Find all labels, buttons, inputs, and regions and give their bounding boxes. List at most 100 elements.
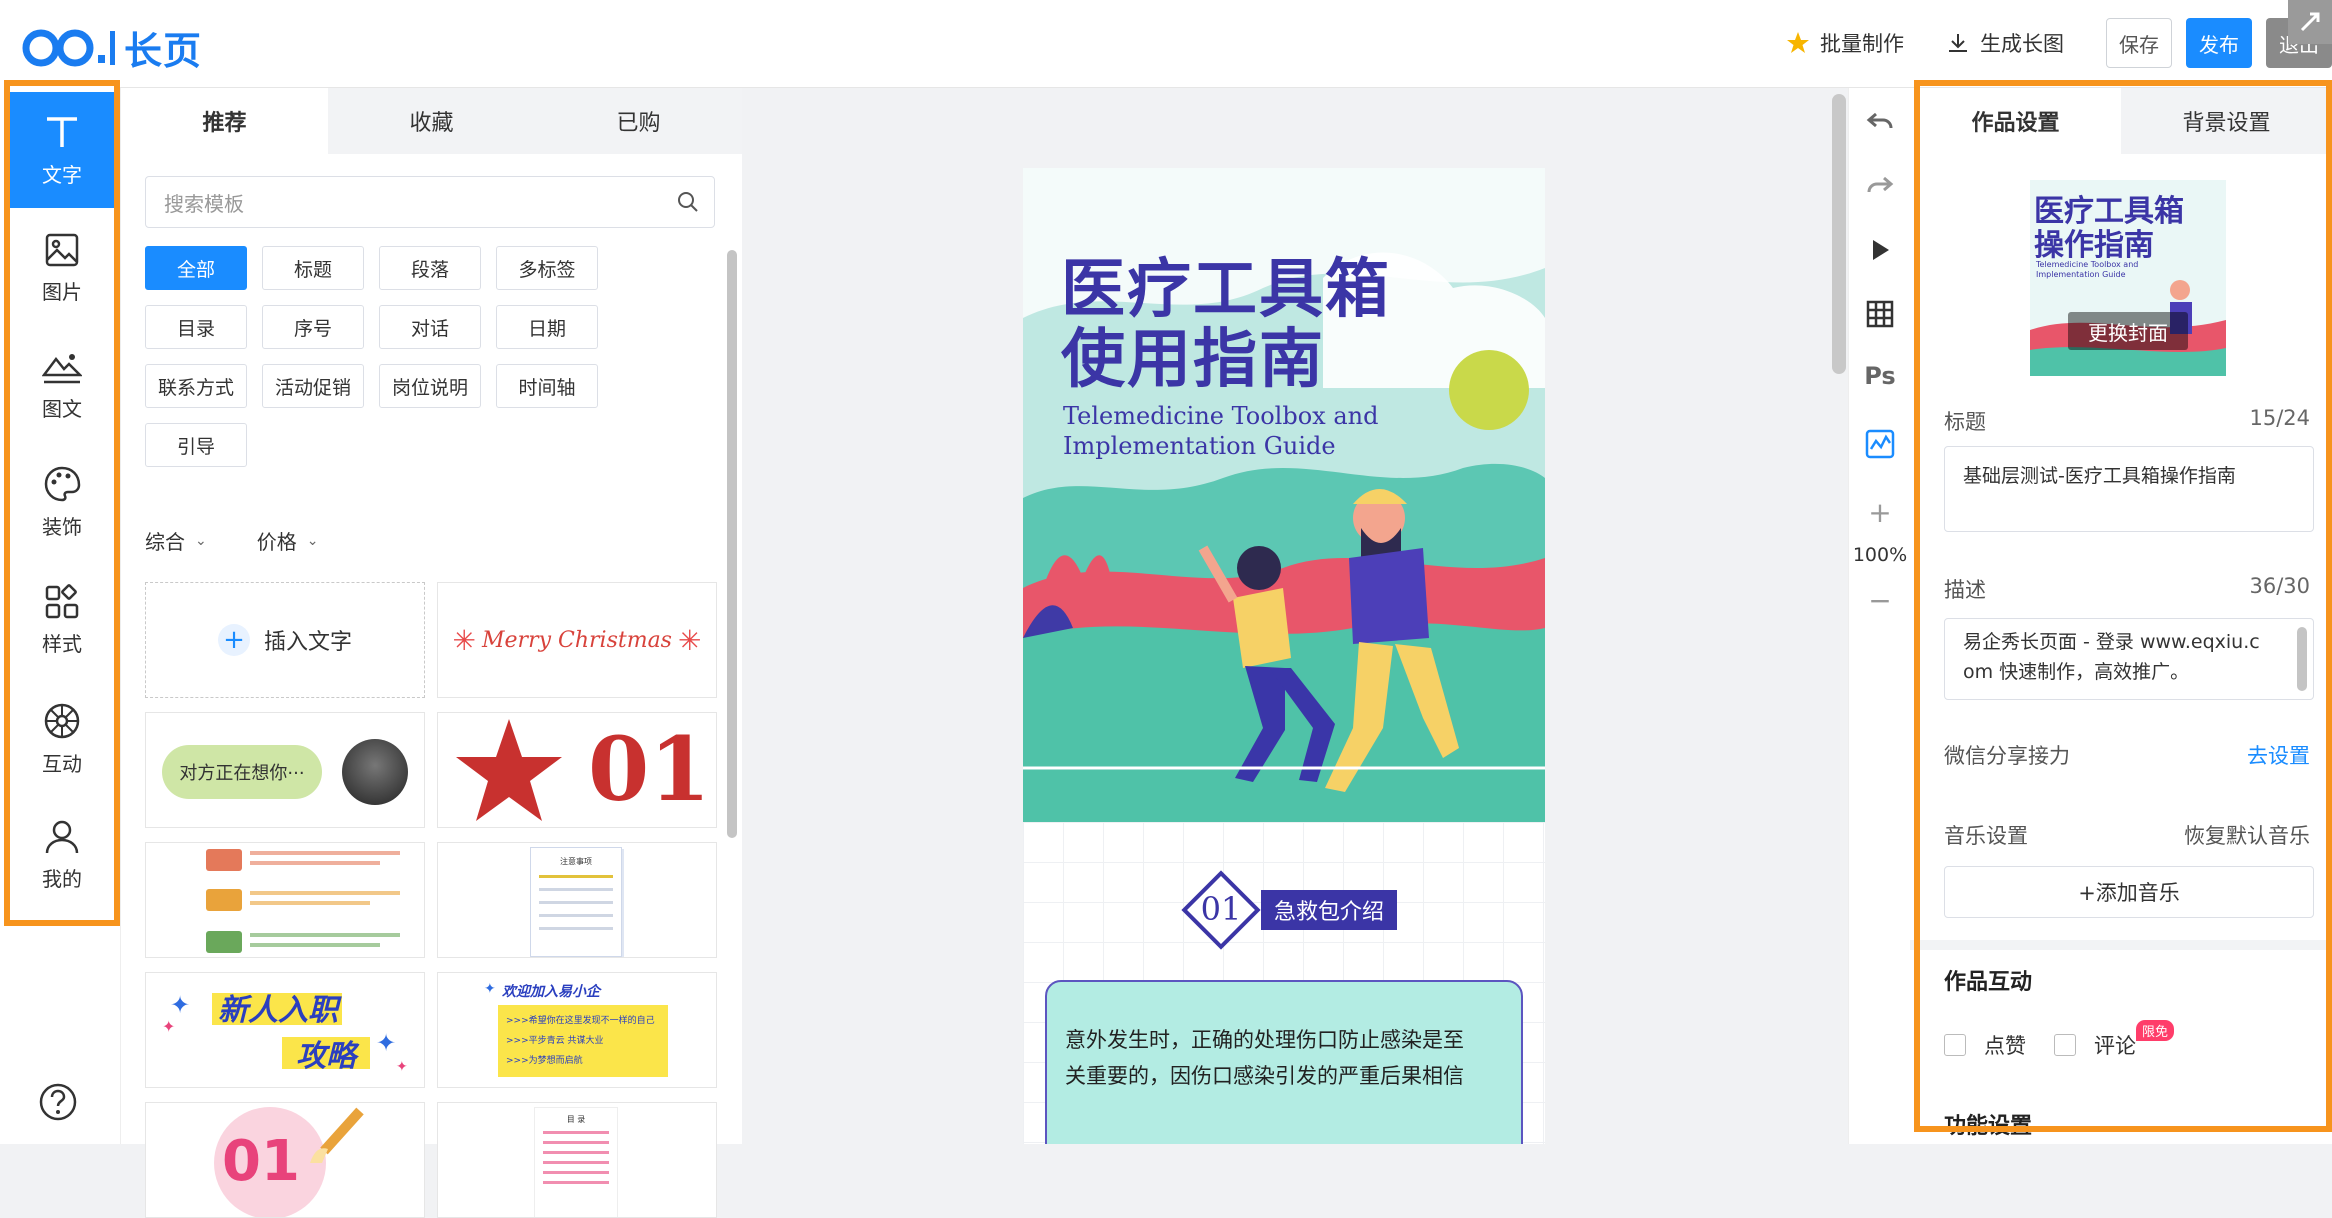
template-card-catalog[interactable]: 目 录 <box>437 1102 717 1218</box>
brand-logo[interactable]: 长页 <box>22 20 202 75</box>
template-number: 01 <box>588 717 711 821</box>
chip-guide[interactable]: 引导 <box>145 423 247 467</box>
catalog-title: 目 录 <box>566 1115 586 1124</box>
chip-job-description[interactable]: 岗位说明 <box>379 364 481 408</box>
page-subtitle-line-2[interactable]: Implementation Guide <box>1063 432 1336 460</box>
template-card-star-number[interactable]: 01 <box>437 712 717 828</box>
template-panel: 推荐 收藏 已购 搜索模板 全部 标题 段落 多标签 目录 序号 对话 日期 联… <box>120 88 742 1218</box>
chip-title[interactable]: 标题 <box>262 246 364 290</box>
template-card-christmas[interactable]: ✳ Merry Christmas ✳ <box>437 582 717 698</box>
zoom-level: 100% <box>1852 544 1908 566</box>
newbie-title-1: 新人入职 <box>218 993 338 1028</box>
welcome-line: >>>为梦想而启航 <box>506 1056 583 1066</box>
welcome-title: 欢迎加入易小企 <box>502 984 600 1000</box>
chip-all[interactable]: 全部 <box>145 246 247 290</box>
template-card-steps[interactable] <box>145 842 425 958</box>
step-lines <box>250 943 380 947</box>
newbie-title-2: 攻略 <box>296 1039 356 1074</box>
data-chart-icon[interactable] <box>1864 428 1896 460</box>
logo-text: 长页 <box>124 29 203 73</box>
snowflake-icon: ✳ <box>452 623 477 657</box>
editor-canvas[interactable]: 医疗工具箱 使用指南 Telemedicine Toolbox and Impl… <box>742 88 1846 1144</box>
template-card-chat[interactable]: 对方正在想你··· <box>145 712 425 828</box>
catalog-line <box>543 1131 609 1134</box>
download-icon <box>1946 31 1970 55</box>
catalog-line <box>543 1171 609 1174</box>
notice-line <box>539 875 613 878</box>
template-card-newbie[interactable]: ✦ ✦ 新人入职 攻略 ✦ ✦ <box>145 972 425 1088</box>
redo-icon[interactable] <box>1864 170 1896 202</box>
pink-number: 01 <box>222 1129 300 1194</box>
step-lines <box>250 861 380 865</box>
generate-long-image-button[interactable]: 生成长图 <box>1946 28 2064 58</box>
catalog-line <box>543 1181 609 1184</box>
category-chips: 全部 标题 段落 多标签 目录 序号 对话 日期 联系方式 活动促销 岗位说明 … <box>145 246 721 482</box>
chip-date[interactable]: 日期 <box>496 305 598 349</box>
welcome-line: >>>希望你在这里发现不一样的自己 <box>506 1016 655 1026</box>
chip-timeline[interactable]: 时间轴 <box>496 364 598 408</box>
notice-line <box>539 901 613 904</box>
top-bar: 长页 批量制作 生成长图 保存 发布 退出 <box>0 0 2332 88</box>
template-card-welcome[interactable]: ✦ 欢迎加入易小企 >>>希望你在这里发现不一样的自己 >>>平步青云 共谋大业… <box>437 972 717 1088</box>
batch-create-label: 批量制作 <box>1820 32 1904 56</box>
welcome-line: >>>平步青云 共谋大业 <box>506 1036 604 1046</box>
logo-mark-icon <box>22 29 115 66</box>
star-icon <box>1786 31 1810 55</box>
template-search-input[interactable]: 搜索模板 <box>145 176 715 228</box>
chip-catalog[interactable]: 目录 <box>145 305 247 349</box>
chip-multi-tag[interactable]: 多标签 <box>496 246 598 290</box>
template-scrollbar[interactable] <box>727 250 737 838</box>
tab-purchased[interactable]: 已购 <box>535 88 742 154</box>
page-title-line-2[interactable]: 使用指南 <box>1061 308 1325 400</box>
grid-icon[interactable] <box>1864 298 1896 330</box>
step-image <box>206 849 242 871</box>
page-subtitle-line-1[interactable]: Telemedicine Toolbox and <box>1063 402 1378 430</box>
corner-expand-icon[interactable] <box>2288 0 2332 44</box>
template-tabs: 推荐 收藏 已购 <box>121 88 742 154</box>
section-body-card[interactable]: 意外发生时，正确的处理伤口防止感染是至 关重要的，因伤口感染引发的严重后果相信 <box>1045 980 1523 1144</box>
settings-highlight-frame <box>1914 80 2332 1132</box>
search-placeholder: 搜索模板 <box>164 191 244 216</box>
save-button[interactable]: 保存 <box>2106 18 2172 68</box>
filter-general-label: 综合 <box>145 530 185 554</box>
plus-icon: + <box>217 624 250 656</box>
catalog-line <box>543 1161 609 1164</box>
notice-paper: 注意事项 <box>530 847 622 957</box>
batch-create-button[interactable]: 批量制作 <box>1786 28 1904 58</box>
step-lines <box>250 891 400 895</box>
template-card-pink-number[interactable]: 01 <box>145 1102 425 1218</box>
filter-price[interactable]: 价格 ⌄ <box>257 526 319 555</box>
template-card-notice[interactable]: 注意事项 <box>437 842 717 958</box>
step-image <box>206 889 242 911</box>
snowflake-icon: ✳ <box>677 623 702 657</box>
chip-dialogue[interactable]: 对话 <box>379 305 481 349</box>
undo-icon[interactable] <box>1864 106 1896 138</box>
long-page-preview[interactable]: 医疗工具箱 使用指南 Telemedicine Toolbox and Impl… <box>1023 168 1545 1144</box>
sort-filters: 综合 ⌄ 价格 ⌄ <box>145 526 368 555</box>
sparkle-icon: ✦ <box>484 981 496 997</box>
step-image <box>206 931 242 953</box>
search-icon[interactable] <box>676 190 700 219</box>
section-header[interactable]: 01 急救包介绍 <box>1181 870 1401 950</box>
chip-contact[interactable]: 联系方式 <box>145 364 247 408</box>
tab-recommend[interactable]: 推荐 <box>121 88 328 154</box>
step-lines <box>250 901 370 905</box>
publish-button[interactable]: 发布 <box>2186 18 2252 68</box>
help-icon[interactable] <box>38 1082 78 1126</box>
chip-sequence[interactable]: 序号 <box>262 305 364 349</box>
filter-general[interactable]: 综合 ⌄ <box>145 526 207 555</box>
catalog-paper: 目 录 <box>534 1107 618 1217</box>
tab-favorites[interactable]: 收藏 <box>328 88 535 154</box>
photoshop-import-icon[interactable]: Ps <box>1864 360 1896 392</box>
play-preview-icon[interactable] <box>1864 234 1896 266</box>
body-text-line: 关重要的，因伤口感染引发的严重后果相信 <box>1065 1064 1464 1088</box>
insert-text-card[interactable]: + 插入文字 <box>145 582 425 698</box>
chip-paragraph[interactable]: 段落 <box>379 246 481 290</box>
chevron-down-icon: ⌄ <box>195 532 207 549</box>
zoom-out-icon[interactable]: − <box>1864 584 1896 617</box>
chip-promotion[interactable]: 活动促销 <box>262 364 364 408</box>
notice-line <box>539 914 613 917</box>
zoom-in-icon[interactable]: + <box>1864 496 1896 529</box>
filter-price-label: 价格 <box>256 530 297 554</box>
canvas-scrollbar[interactable] <box>1832 94 1846 374</box>
